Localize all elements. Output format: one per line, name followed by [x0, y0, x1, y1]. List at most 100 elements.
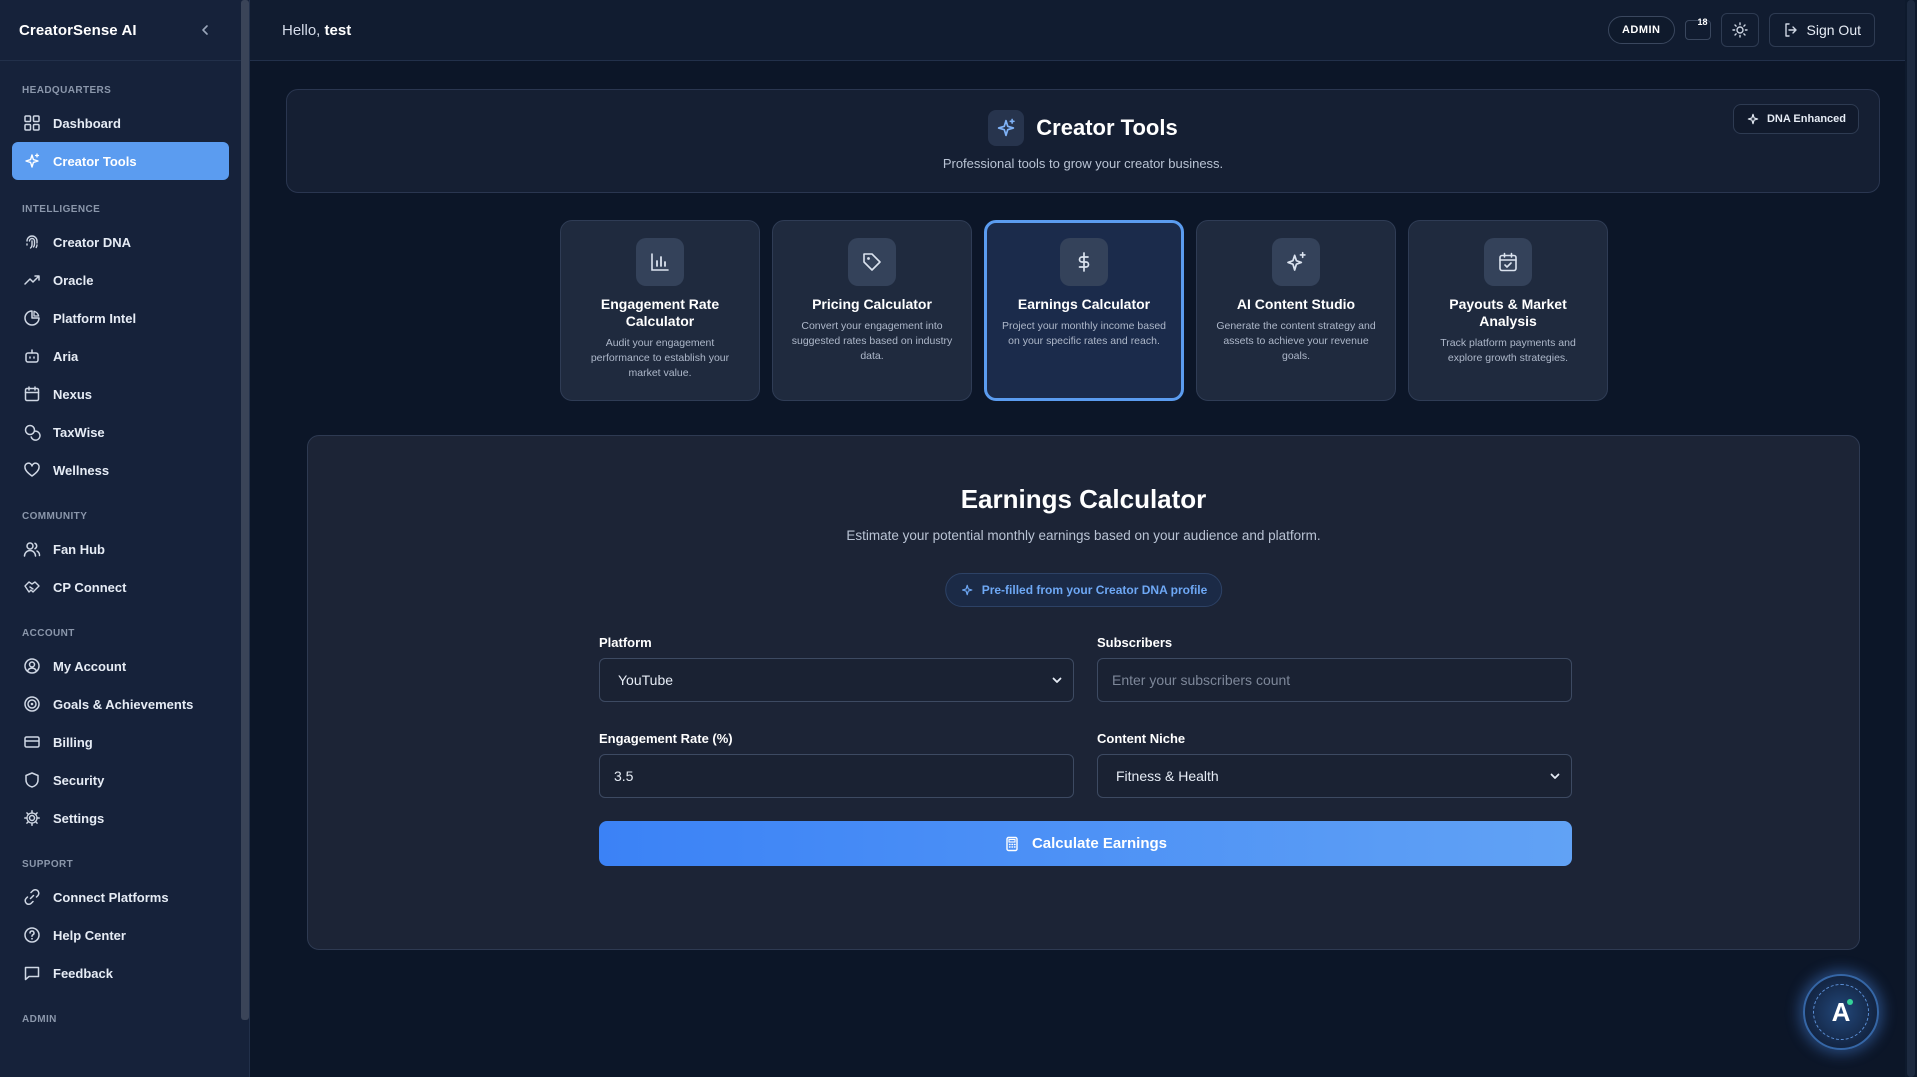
admin-badge[interactable]: ADMIN — [1607, 16, 1675, 44]
calculator-subtitle: Estimate your potential monthly earnings… — [846, 528, 1321, 543]
chevron-down-icon — [1052, 677, 1062, 683]
sidebar-item-fan-hub[interactable]: Fan Hub — [12, 530, 229, 568]
topbar: Hello, test ADMIN 18 Sign Out — [250, 0, 1905, 61]
sidebar-scrollbar[interactable] — [241, 0, 249, 1020]
sidebar-item-label: Help Center — [53, 927, 126, 943]
sidebar-item-label: Creator DNA — [53, 234, 132, 250]
gear-icon — [24, 810, 40, 826]
tool-icon-box — [1272, 238, 1320, 286]
brand-name: CreatorSense AI — [19, 21, 137, 39]
section-label-headquarters: HEADQUARTERS — [22, 85, 112, 96]
platform-label: Platform — [599, 635, 652, 650]
bar-chart-icon — [651, 253, 669, 271]
dna-enhanced-label: DNA Enhanced — [1766, 113, 1846, 125]
platform-selected-value: YouTube — [618, 672, 674, 688]
sidebar-item-dashboard[interactable]: Dashboard — [12, 104, 229, 142]
section-label-account: ACCOUNT — [22, 628, 75, 639]
tool-title: Pricing Calculator — [812, 296, 932, 312]
notification-toggle[interactable]: 18 — [1684, 17, 1711, 40]
online-indicator — [1847, 999, 1853, 1005]
dna-enhanced-badge: DNA Enhanced — [1732, 104, 1859, 134]
engagement-rate-input[interactable] — [614, 768, 1059, 784]
section-label-intelligence: INTELLIGENCE — [22, 204, 101, 215]
calculate-earnings-label: Calculate Earnings — [1031, 835, 1168, 852]
sidebar-item-oracle[interactable]: Oracle — [12, 261, 229, 299]
tool-description: Project your monthly income based on you… — [1002, 320, 1166, 347]
tool-card-ai-content-studio[interactable]: AI Content Studio Generate the content s… — [1196, 220, 1396, 401]
sidebar-item-taxwise[interactable]: TaxWise — [12, 413, 229, 451]
sidebar-item-help-center[interactable]: Help Center — [12, 916, 229, 954]
sidebar-item-creator-dna[interactable]: Creator DNA — [12, 223, 229, 261]
sign-out-label: Sign Out — [1806, 22, 1861, 38]
assistant-fab[interactable]: A — [1803, 974, 1879, 1050]
tool-icon-box — [1060, 238, 1108, 286]
topbar-actions: ADMIN 18 Sign Out — [1607, 13, 1875, 47]
grid-icon — [24, 115, 40, 131]
calculator-title: Earnings Calculator — [960, 484, 1207, 514]
sidebar-item-label: Settings — [53, 810, 105, 826]
main-scrollbar[interactable] — [1905, 0, 1917, 1077]
target-icon — [24, 696, 40, 712]
pie-chart-icon — [24, 310, 40, 326]
sign-out-button[interactable]: Sign Out — [1768, 13, 1875, 47]
sidebar-item-wellness[interactable]: Wellness — [12, 451, 229, 489]
tool-card-payouts[interactable]: Payouts & Market Analysis Track platform… — [1408, 220, 1608, 401]
content: Creator Tools Professional tools to grow… — [250, 61, 1905, 1077]
calculate-earnings-button[interactable]: Calculate Earnings — [599, 821, 1572, 866]
sidebar-item-label: Platform Intel — [53, 310, 137, 326]
sparkles-icon — [961, 584, 972, 596]
tool-title: Earnings Calculator — [1017, 296, 1151, 312]
sidebar-item-label: Nexus — [53, 386, 93, 402]
trending-up-icon — [24, 275, 40, 285]
greeting-username: test — [324, 21, 352, 39]
sidebar: CreatorSense AI HEADQUARTERS Dashboard C… — [0, 0, 250, 1077]
log-out-icon — [1784, 23, 1797, 37]
greeting: Hello, test — [282, 22, 351, 39]
tool-title: Engagement Rate Calculator — [600, 296, 720, 329]
sidebar-item-platform-intel[interactable]: Platform Intel — [12, 299, 229, 337]
content-niche-select[interactable]: Fitness & Health — [1097, 754, 1572, 798]
main-scrollbar-thumb[interactable] — [1907, 0, 1915, 1077]
tool-title: AI Content Studio — [1236, 296, 1356, 312]
sidebar-item-feedback[interactable]: Feedback — [12, 954, 229, 992]
sidebar-item-connect-platforms[interactable]: Connect Platforms — [12, 878, 229, 916]
sidebar-item-security[interactable]: Security — [12, 761, 229, 799]
theme-toggle-button[interactable] — [1720, 13, 1759, 47]
sun-icon — [1731, 22, 1748, 38]
tool-card-pricing[interactable]: Pricing Calculator Convert your engageme… — [772, 220, 972, 401]
tool-description: Track platform payments and explore grow… — [1440, 337, 1576, 364]
platform-select[interactable]: YouTube — [599, 658, 1074, 702]
fingerprint-icon — [26, 235, 38, 249]
sparkles-icon — [1287, 251, 1306, 271]
sidebar-item-settings[interactable]: Settings — [12, 799, 229, 837]
calendar-icon — [24, 386, 40, 402]
sidebar-header: CreatorSense AI — [0, 0, 241, 61]
sidebar-nav: HEADQUARTERS Dashboard Creator Tools INT… — [0, 85, 241, 1025]
sidebar-item-billing[interactable]: Billing — [12, 723, 229, 761]
credit-card-icon — [24, 736, 40, 748]
prefill-notice: Pre-filled from your Creator DNA profile — [944, 573, 1223, 607]
sidebar-item-my-account[interactable]: My Account — [12, 647, 229, 685]
tool-card-earnings[interactable]: Earnings Calculator Project your monthly… — [984, 220, 1184, 401]
app-root: CreatorSense AI HEADQUARTERS Dashboard C… — [0, 0, 1917, 1077]
sidebar-item-creator-tools[interactable]: Creator Tools — [12, 142, 229, 180]
sidebar-item-nexus[interactable]: Nexus — [12, 375, 229, 413]
tool-card-engagement-rate[interactable]: Engagement Rate Calculator Audit your en… — [560, 220, 760, 401]
bot-icon — [25, 349, 39, 363]
content-niche-label: Content Niche — [1097, 731, 1186, 746]
shield-icon — [25, 772, 39, 788]
tool-title: Payouts & Market Analysis — [1449, 296, 1567, 329]
sidebar-item-label: Fan Hub — [53, 541, 105, 557]
engagement-rate-label: Engagement Rate (%) — [599, 731, 733, 746]
tag-icon — [863, 253, 881, 271]
sidebar-item-label: TaxWise — [53, 424, 105, 440]
subscribers-input[interactable] — [1112, 672, 1557, 688]
section-label-support: SUPPORT — [22, 859, 74, 870]
sidebar-item-goals[interactable]: Goals & Achievements — [12, 685, 229, 723]
sidebar-item-label: Goals & Achievements — [53, 696, 194, 712]
sidebar-item-label: Creator Tools — [53, 153, 137, 169]
sidebar-item-aria[interactable]: Aria — [12, 337, 229, 375]
content-niche-selected-value: Fitness & Health — [1116, 768, 1219, 784]
sidebar-item-cp-connect[interactable]: CP Connect — [12, 568, 229, 606]
collapse-sidebar-button[interactable] — [197, 22, 213, 38]
